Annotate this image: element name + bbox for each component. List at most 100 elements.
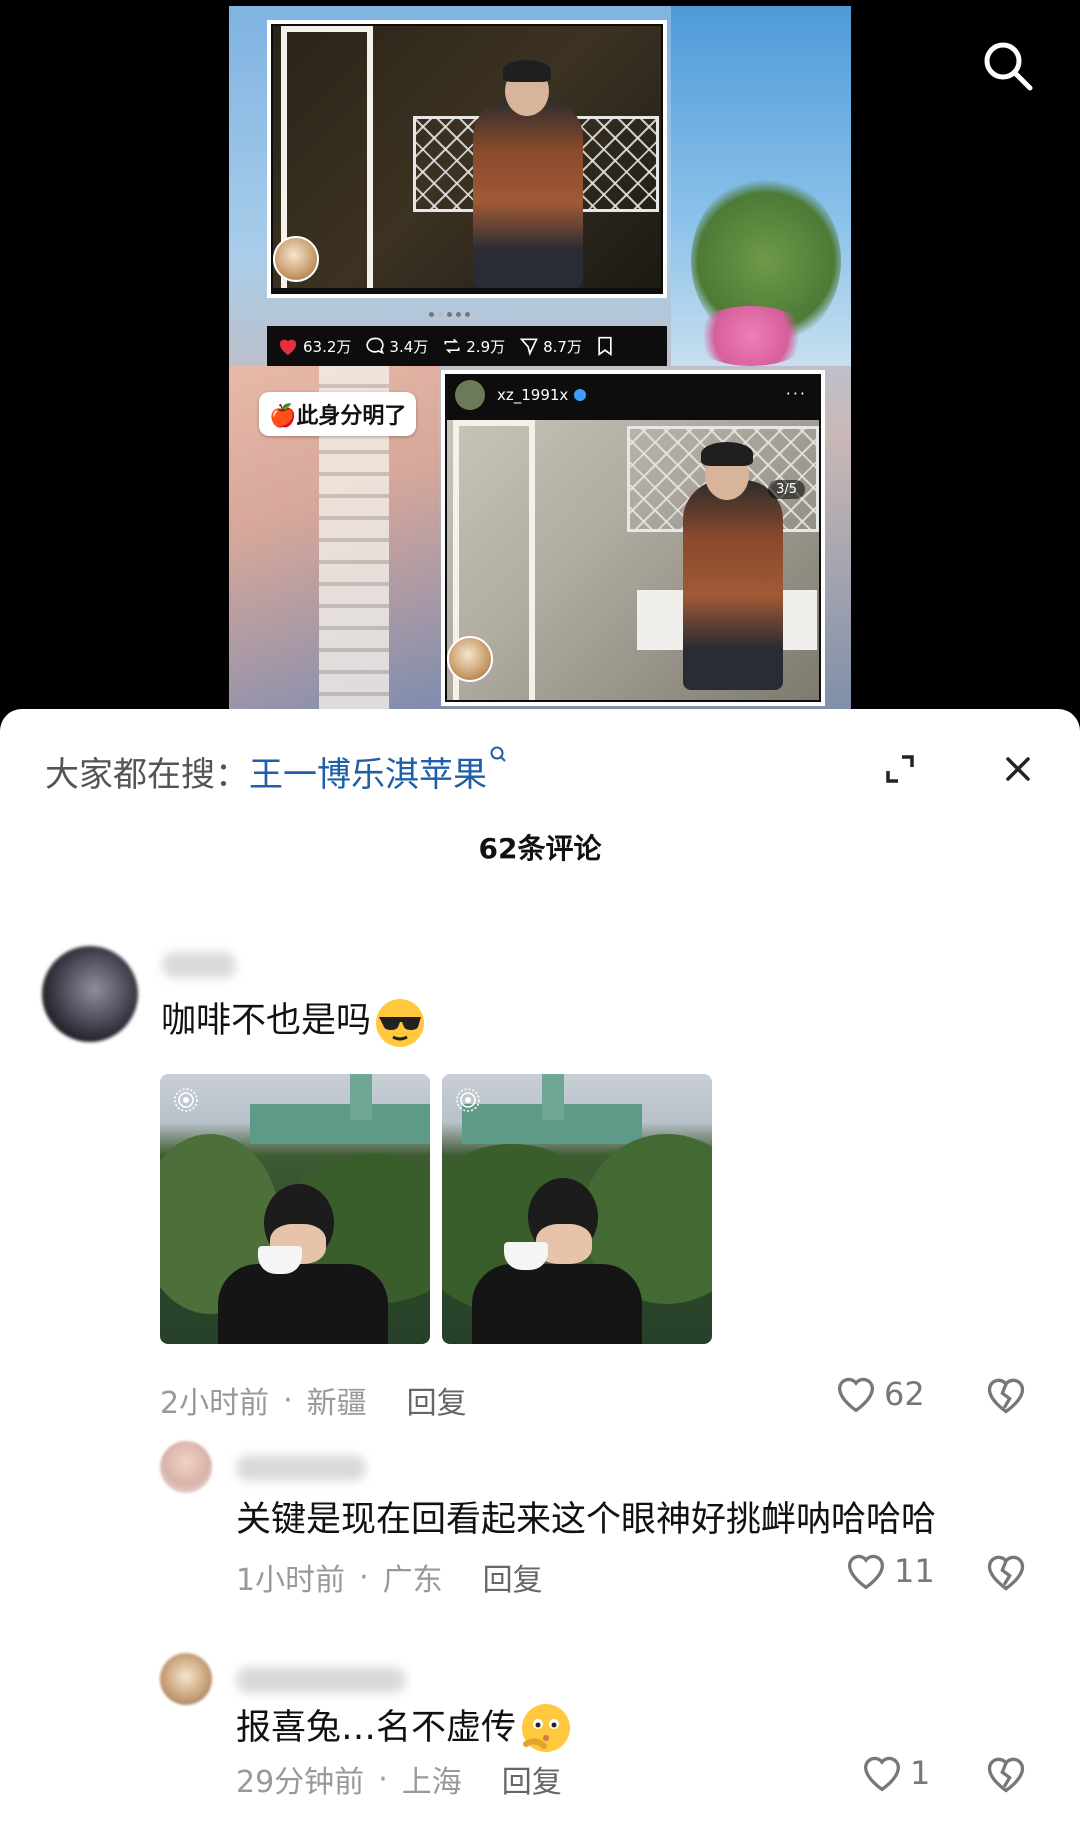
meta-separator: · [359, 1559, 369, 1595]
trending-search-term[interactable]: 王一博乐淇苹果 [249, 755, 487, 795]
meta-separator: · [378, 1761, 388, 1797]
text-sticker: 🍎此身分明了 [259, 392, 417, 436]
comment-panel-header: 大家都在搜：王一博乐淇苹果 [0, 709, 1080, 799]
username-blurred[interactable] [162, 952, 236, 978]
post-stats-row: 63.2万 3.4万 2.9万 8.7万 [267, 326, 667, 366]
chimney [350, 1074, 372, 1120]
chimney [542, 1074, 564, 1120]
heart-outline-icon [847, 1554, 885, 1590]
post-photo-bottom: 3/5 [447, 420, 819, 700]
close-icon [1006, 757, 1030, 781]
person-figure [683, 480, 783, 690]
reply-button[interactable]: 回复 [483, 1555, 543, 1599]
post-author-name: xz_1991x [497, 386, 569, 404]
comment-panel: 大家都在搜：王一博乐淇苹果 62条评论 咖啡不也是吗 2小时前 · 新疆 回复 … [0, 709, 1080, 1846]
likes-count: 63.2万 [303, 337, 352, 356]
avatar[interactable] [160, 1441, 212, 1493]
stat-bookmark [596, 336, 614, 356]
shares-count: 8.7万 [543, 337, 582, 356]
repost-icon [444, 338, 460, 354]
flowers [691, 306, 811, 366]
video-player[interactable]: 63.2万 3.4万 2.9万 8.7万 🍎此身分明了 xz_1991x ···… [0, 0, 1080, 720]
comment-time: 2小时前 [160, 1386, 270, 1421]
post-author-avatar [455, 380, 485, 410]
trending-search-label: 大家都在搜： [45, 755, 249, 795]
dislike-button[interactable] [984, 1374, 1030, 1420]
coffee-cup [504, 1242, 548, 1270]
coffee-cup [258, 1246, 302, 1274]
creator-avatar [273, 236, 319, 282]
like-button[interactable]: 1 [860, 1753, 930, 1793]
heart-outline-icon [837, 1377, 875, 1413]
share-icon [519, 338, 538, 356]
post-header: xz_1991x ··· [445, 374, 821, 416]
search-small-icon [490, 746, 506, 762]
person-cap [701, 442, 753, 466]
trending-search[interactable]: 大家都在搜：王一博乐淇苹果 [45, 746, 507, 796]
comment-meta: 1小时前 · 广东 回复 [236, 1555, 543, 1599]
avatar[interactable] [160, 1653, 212, 1705]
username-blurred[interactable] [236, 1667, 406, 1693]
image-counter: 3/5 [768, 480, 805, 499]
username-blurred[interactable] [236, 1455, 366, 1481]
comments-count: 3.4万 [389, 337, 429, 356]
comment-icon [366, 337, 385, 355]
reply-button[interactable]: 回复 [502, 1757, 562, 1801]
comment-location: 上海 [401, 1765, 462, 1800]
comment-time: 29分钟前 [236, 1765, 365, 1800]
comment-item: 咖啡不也是吗 2小时前 · 新疆 回复 62 [0, 946, 1080, 1446]
comment-time: 1小时前 [236, 1563, 346, 1598]
thinking-face-emoji-icon [522, 1704, 571, 1752]
comment-item: 报喜兔…名不虚传 29分钟前 · 上海 回复 1 [0, 1653, 1080, 1843]
stat-reposts: 2.9万 [442, 336, 505, 357]
stat-shares: 8.7万 [519, 336, 582, 357]
reply-button[interactable]: 回复 [407, 1378, 467, 1422]
person-figure [473, 98, 583, 288]
search-icon [984, 42, 1033, 91]
comment-meta: 2小时前 · 新疆 回复 [160, 1378, 467, 1422]
stat-comments: 3.4万 [365, 336, 428, 357]
expand-button[interactable] [882, 751, 918, 787]
reposts-count: 2.9万 [466, 337, 506, 356]
more-icon: ··· [785, 384, 807, 403]
embedded-post-top [267, 20, 667, 298]
like-count: 11 [894, 1552, 935, 1590]
person-body [218, 1264, 388, 1344]
expand-icon [886, 755, 914, 783]
comment-image[interactable] [442, 1074, 712, 1344]
comment-item: 关键是现在回看起来这个眼神好挑衅呐哈哈哈 1小时前 · 广东 回复 11 [0, 1441, 1080, 1641]
verified-badge-icon [574, 389, 587, 401]
video-frame: 63.2万 3.4万 2.9万 8.7万 🍎此身分明了 xz_1991x ···… [229, 6, 851, 720]
heart-filled-icon [279, 339, 297, 356]
comment-count: 62条评论 [478, 832, 602, 865]
broken-heart-icon [987, 1757, 1025, 1793]
carousel-dots [429, 312, 470, 317]
broken-heart-icon [987, 1378, 1025, 1414]
bookmark-icon [598, 336, 612, 356]
search-button[interactable] [980, 38, 1036, 94]
like-count: 62 [884, 1375, 925, 1413]
embedded-post-bottom: xz_1991x ··· 3/5 [441, 370, 825, 706]
comment-text: 咖啡不也是吗 [161, 992, 429, 1049]
comment-location: 新疆 [306, 1386, 367, 1421]
live-photo-icon [174, 1088, 198, 1112]
comment-location: 广东 [382, 1563, 443, 1598]
comment-meta: 29分钟前 · 上海 回复 [236, 1757, 562, 1801]
like-button[interactable]: 11 [844, 1551, 935, 1591]
dislike-button[interactable] [984, 1753, 1030, 1799]
live-photo-icon [456, 1088, 480, 1112]
close-button[interactable] [1000, 751, 1036, 787]
comment-image[interactable] [160, 1074, 430, 1344]
broken-heart-icon [987, 1555, 1025, 1591]
like-button[interactable]: 62 [834, 1374, 925, 1414]
creator-avatar [447, 636, 493, 682]
dislike-button[interactable] [984, 1551, 1030, 1597]
cool-sunglasses-emoji-icon [376, 999, 425, 1047]
comment-text: 关键是现在回看起来这个眼神好挑衅呐哈哈哈 [236, 1500, 937, 1540]
heart-outline-icon [863, 1756, 901, 1792]
meta-separator: · [283, 1382, 293, 1418]
avatar[interactable] [42, 946, 138, 1042]
stat-likes: 63.2万 [277, 336, 351, 357]
roof [250, 1104, 430, 1144]
comment-text: 报喜兔…名不虚传 [236, 1699, 576, 1758]
